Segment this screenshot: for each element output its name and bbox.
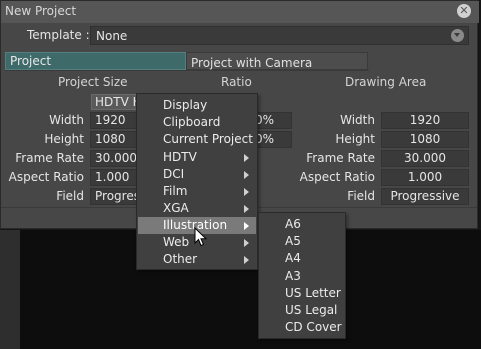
chevron-right-icon — [244, 205, 249, 213]
frame-rate-input[interactable]: 30.000 — [90, 150, 140, 167]
template-value: None — [96, 29, 128, 43]
submenu-item-cd-cover[interactable]: CD Cover — [260, 319, 344, 336]
submenu-item-us-legal[interactable]: US Legal — [260, 302, 344, 319]
drawing-width-input[interactable]: 1920 — [381, 112, 469, 129]
width-label: Width — [49, 113, 84, 127]
chevron-right-icon — [244, 188, 249, 196]
menu-item-display[interactable]: Display — [138, 97, 256, 114]
menu-item-label: Display — [163, 98, 208, 112]
aspect-ratio-input[interactable]: 1.000 — [90, 169, 140, 186]
menu-item-dci[interactable]: DCI — [138, 166, 256, 183]
drawing-aspect-ratio-label: Aspect Ratio — [299, 170, 375, 184]
drawing-frame-rate-label: Frame Rate — [306, 151, 375, 165]
drawing-height-label: Height — [335, 132, 375, 146]
menu-item-xga[interactable]: XGA — [138, 200, 256, 217]
frame-rate-label: Frame Rate — [15, 151, 84, 165]
submenu-item-a6[interactable]: A6 — [260, 216, 344, 233]
chevron-right-icon — [244, 256, 249, 264]
menu-item-label: Other — [163, 252, 198, 266]
menu-item-label: XGA — [163, 201, 189, 215]
chevron-right-icon — [244, 222, 249, 230]
project-size-heading: Project Size — [58, 75, 128, 89]
tab-project-with-camera[interactable]: Project with Camera — [186, 52, 368, 70]
menu-item-label: Web — [163, 235, 190, 249]
field-label: Field — [56, 189, 84, 203]
desktop-background-left — [0, 230, 20, 349]
drawing-frame-rate-input[interactable]: 30.000 — [381, 150, 469, 167]
field-select[interactable]: Progres — [90, 188, 140, 205]
close-icon[interactable]: ✕ — [457, 4, 471, 18]
dialog-titlebar: New Project ✕ — [1, 1, 479, 23]
dialog-title: New Project — [5, 4, 77, 18]
mouse-cursor-icon — [194, 227, 208, 247]
menu-item-label: Current Project — [163, 132, 253, 146]
drawing-width-label: Width — [340, 113, 375, 127]
drawing-height-input[interactable]: 1080 — [381, 131, 469, 148]
drawing-area-heading: Drawing Area — [345, 75, 427, 89]
menu-item-hdtv[interactable]: HDTV — [138, 149, 256, 166]
submenu-item-a5[interactable]: A5 — [260, 233, 344, 250]
drawing-aspect-ratio-input[interactable]: 1.000 — [381, 169, 469, 186]
template-label: Template : — [27, 28, 90, 42]
drawing-field-label: Field — [347, 189, 375, 203]
menu-item-other[interactable]: Other — [138, 251, 256, 268]
chevron-down-icon — [451, 29, 464, 42]
tab-divider — [5, 70, 369, 71]
menu-item-label: HDTV — [163, 150, 197, 164]
tab-project-label: Project — [10, 54, 52, 68]
menu-item-label: Clipboard — [163, 115, 221, 129]
submenu-item-a3[interactable]: A3 — [260, 268, 344, 285]
chevron-right-icon — [244, 171, 249, 179]
height-input[interactable]: 1080 — [90, 131, 140, 148]
template-select[interactable]: None — [90, 26, 469, 45]
menu-item-label: DCI — [163, 167, 185, 181]
drawing-field-select[interactable]: Progressive — [381, 188, 469, 205]
chevron-right-icon — [244, 154, 249, 162]
tab-project[interactable]: Project — [5, 52, 186, 70]
menu-item-current-project[interactable]: Current Project — [138, 131, 256, 148]
submenu-item-us-letter[interactable]: US Letter — [260, 285, 344, 302]
tab-camera-label: Project with Camera — [191, 56, 313, 70]
aspect-ratio-label: Aspect Ratio — [8, 170, 84, 184]
illustration-submenu: A6 A5 A4 A3 US Letter US Legal CD Cover — [258, 212, 346, 339]
ratio-heading: Ratio — [221, 75, 252, 89]
width-input[interactable]: 1920 — [90, 112, 140, 129]
submenu-item-a4[interactable]: A4 — [260, 250, 344, 267]
menu-item-clipboard[interactable]: Clipboard — [138, 114, 256, 131]
chevron-right-icon — [244, 239, 249, 247]
menu-item-label: Film — [163, 184, 188, 198]
menu-item-film[interactable]: Film — [138, 183, 256, 200]
height-label: Height — [44, 132, 84, 146]
